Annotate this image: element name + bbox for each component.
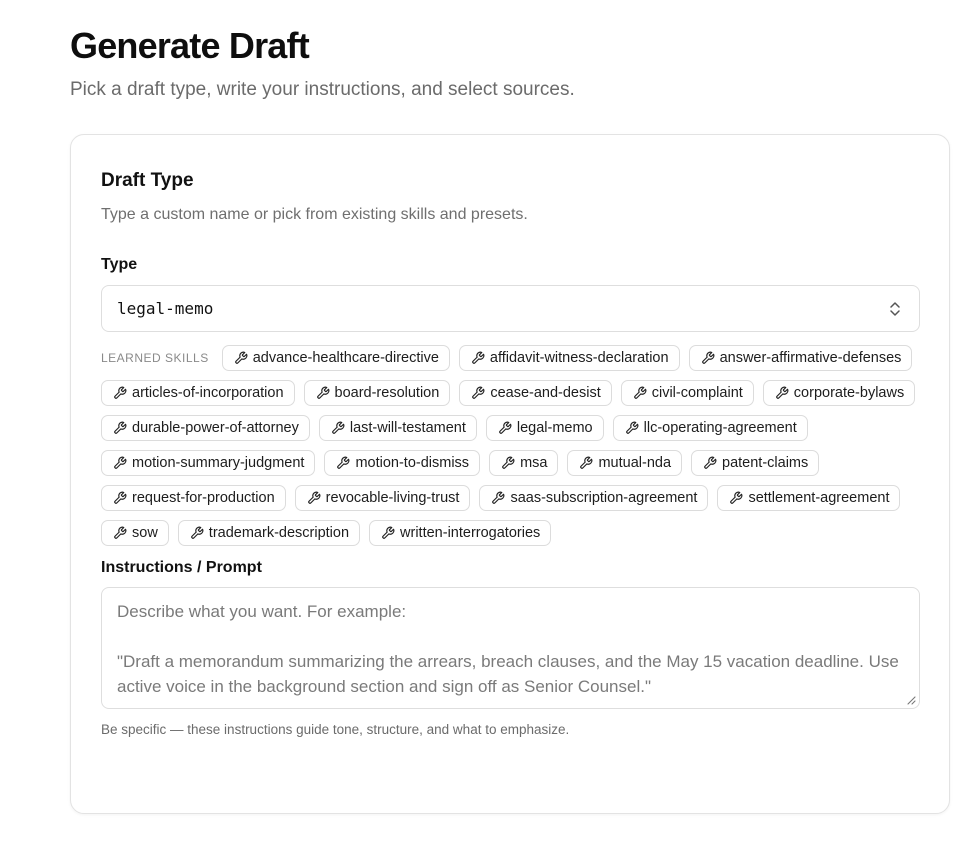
skill-chip[interactable]: mutual-nda bbox=[567, 450, 683, 476]
skill-chip-label: answer-affirmative-defenses bbox=[719, 350, 902, 366]
skill-chip-label: trademark-description bbox=[208, 525, 350, 541]
skill-chip-label: affidavit-witness-declaration bbox=[489, 350, 669, 366]
skill-chip[interactable]: revocable-living-trust bbox=[294, 485, 471, 511]
skill-chip[interactable]: patent-claims bbox=[691, 450, 820, 476]
wrench-icon bbox=[316, 386, 329, 399]
skill-chip[interactable]: articles-of-incorporation bbox=[101, 380, 295, 406]
skill-chip[interactable]: sow bbox=[101, 520, 169, 546]
generate-draft-page: Generate Draft Pick a draft type, write … bbox=[70, 24, 950, 814]
chevron-up-down-icon bbox=[890, 302, 900, 316]
resize-handle-icon[interactable] bbox=[906, 695, 916, 705]
skill-chip[interactable]: answer-affirmative-defenses bbox=[688, 345, 913, 371]
wrench-icon bbox=[307, 491, 321, 504]
wrench-icon bbox=[502, 456, 515, 469]
skill-chip[interactable]: advance-healthcare-directive bbox=[221, 345, 450, 371]
skill-chip-label: mutual-nda bbox=[598, 455, 672, 471]
wrench-icon bbox=[625, 421, 639, 434]
skill-chip-label: durable-power-of-attorney bbox=[132, 420, 299, 436]
draft-type-card: Draft Type Type a custom name or pick fr… bbox=[70, 134, 950, 814]
skill-chip[interactable]: llc-operating-agreement bbox=[612, 415, 808, 441]
skill-chip[interactable]: msa bbox=[489, 450, 559, 476]
skill-chip[interactable]: corporate-bylaws bbox=[762, 380, 916, 406]
instructions-field-wrap bbox=[101, 587, 920, 709]
skill-chip[interactable]: written-interrogatories bbox=[369, 520, 552, 546]
skill-chip-label: cease-and-desist bbox=[490, 385, 601, 401]
skill-chip[interactable]: cease-and-desist bbox=[459, 380, 612, 406]
wrench-icon bbox=[492, 491, 505, 504]
skill-chip-label: board-resolution bbox=[334, 385, 440, 401]
skill-chip[interactable]: last-will-testament bbox=[318, 415, 477, 441]
skill-chip-label: llc-operating-agreement bbox=[643, 420, 797, 436]
wrench-icon bbox=[114, 386, 127, 399]
skill-chip[interactable]: motion-summary-judgment bbox=[101, 450, 316, 476]
skill-chip-label: patent-claims bbox=[722, 455, 809, 471]
skill-chip-label: articles-of-incorporation bbox=[132, 385, 284, 401]
instructions-label: Instructions / Prompt bbox=[101, 559, 262, 576]
wrench-icon bbox=[234, 351, 248, 364]
section-description: Type a custom name or pick from existing… bbox=[101, 206, 528, 223]
wrench-icon bbox=[114, 421, 127, 434]
wrench-icon bbox=[114, 456, 127, 469]
draft-type-select[interactable]: legal-memo bbox=[101, 285, 920, 332]
skill-chip[interactable]: trademark-description bbox=[177, 520, 361, 546]
section-title: Draft Type bbox=[101, 170, 194, 191]
wrench-icon bbox=[382, 526, 395, 539]
page-subtitle: Pick a draft type, write your instructio… bbox=[70, 79, 575, 100]
skill-chip-label: legal-memo bbox=[516, 420, 593, 436]
instructions-textarea[interactable] bbox=[102, 588, 919, 708]
skill-chip-label: last-will-testament bbox=[349, 420, 466, 436]
skill-chip[interactable]: durable-power-of-attorney bbox=[101, 415, 310, 441]
skill-chip[interactable]: settlement-agreement bbox=[717, 485, 901, 511]
learned-skills-label: LEARNED SKILLS bbox=[101, 351, 209, 365]
wrench-icon bbox=[114, 526, 127, 539]
instructions-hint: Be specific — these instructions guide t… bbox=[101, 722, 570, 737]
skill-chip[interactable]: board-resolution bbox=[303, 380, 451, 406]
wrench-icon bbox=[701, 351, 714, 364]
wrench-icon bbox=[730, 491, 743, 504]
type-label: Type bbox=[101, 256, 138, 273]
wrench-icon bbox=[114, 491, 127, 504]
skill-chip[interactable]: motion-to-dismiss bbox=[324, 450, 481, 476]
wrench-icon bbox=[633, 386, 647, 399]
skill-chip-label: saas-subscription-agreement bbox=[510, 490, 698, 506]
wrench-icon bbox=[499, 421, 512, 434]
wrench-icon bbox=[337, 456, 350, 469]
page-title: Generate Draft bbox=[70, 25, 310, 66]
wrench-icon bbox=[704, 456, 717, 469]
skill-chip[interactable]: request-for-production bbox=[101, 485, 286, 511]
skill-chip-label: sow bbox=[132, 525, 158, 541]
skill-chip-label: motion-summary-judgment bbox=[132, 455, 305, 471]
wrench-icon bbox=[775, 386, 789, 399]
skill-chip[interactable]: legal-memo bbox=[485, 415, 604, 441]
skill-chip[interactable]: saas-subscription-agreement bbox=[479, 485, 709, 511]
skill-chip-label: msa bbox=[520, 455, 548, 471]
wrench-icon bbox=[472, 351, 485, 364]
skill-chip-label: written-interrogatories bbox=[400, 525, 541, 541]
wrench-icon bbox=[472, 386, 485, 399]
wrench-icon bbox=[580, 456, 593, 469]
skill-chip[interactable]: affidavit-witness-declaration bbox=[458, 345, 680, 371]
skill-chip-label: advance-healthcare-directive bbox=[252, 350, 439, 366]
skill-chip[interactable]: civil-complaint bbox=[620, 380, 754, 406]
skill-chip-label: corporate-bylaws bbox=[793, 385, 905, 401]
learned-skills-list: LEARNED SKILLS advance-healthcare-direct… bbox=[101, 345, 920, 546]
wrench-icon bbox=[190, 526, 204, 539]
draft-type-value: legal-memo bbox=[117, 299, 214, 318]
skill-chip-label: request-for-production bbox=[132, 490, 275, 506]
skill-chip-label: revocable-living-trust bbox=[325, 490, 460, 506]
wrench-icon bbox=[332, 421, 345, 434]
skill-chip-label: motion-to-dismiss bbox=[355, 455, 470, 471]
skill-chip-label: settlement-agreement bbox=[748, 490, 890, 506]
skill-chip-label: civil-complaint bbox=[651, 385, 743, 401]
